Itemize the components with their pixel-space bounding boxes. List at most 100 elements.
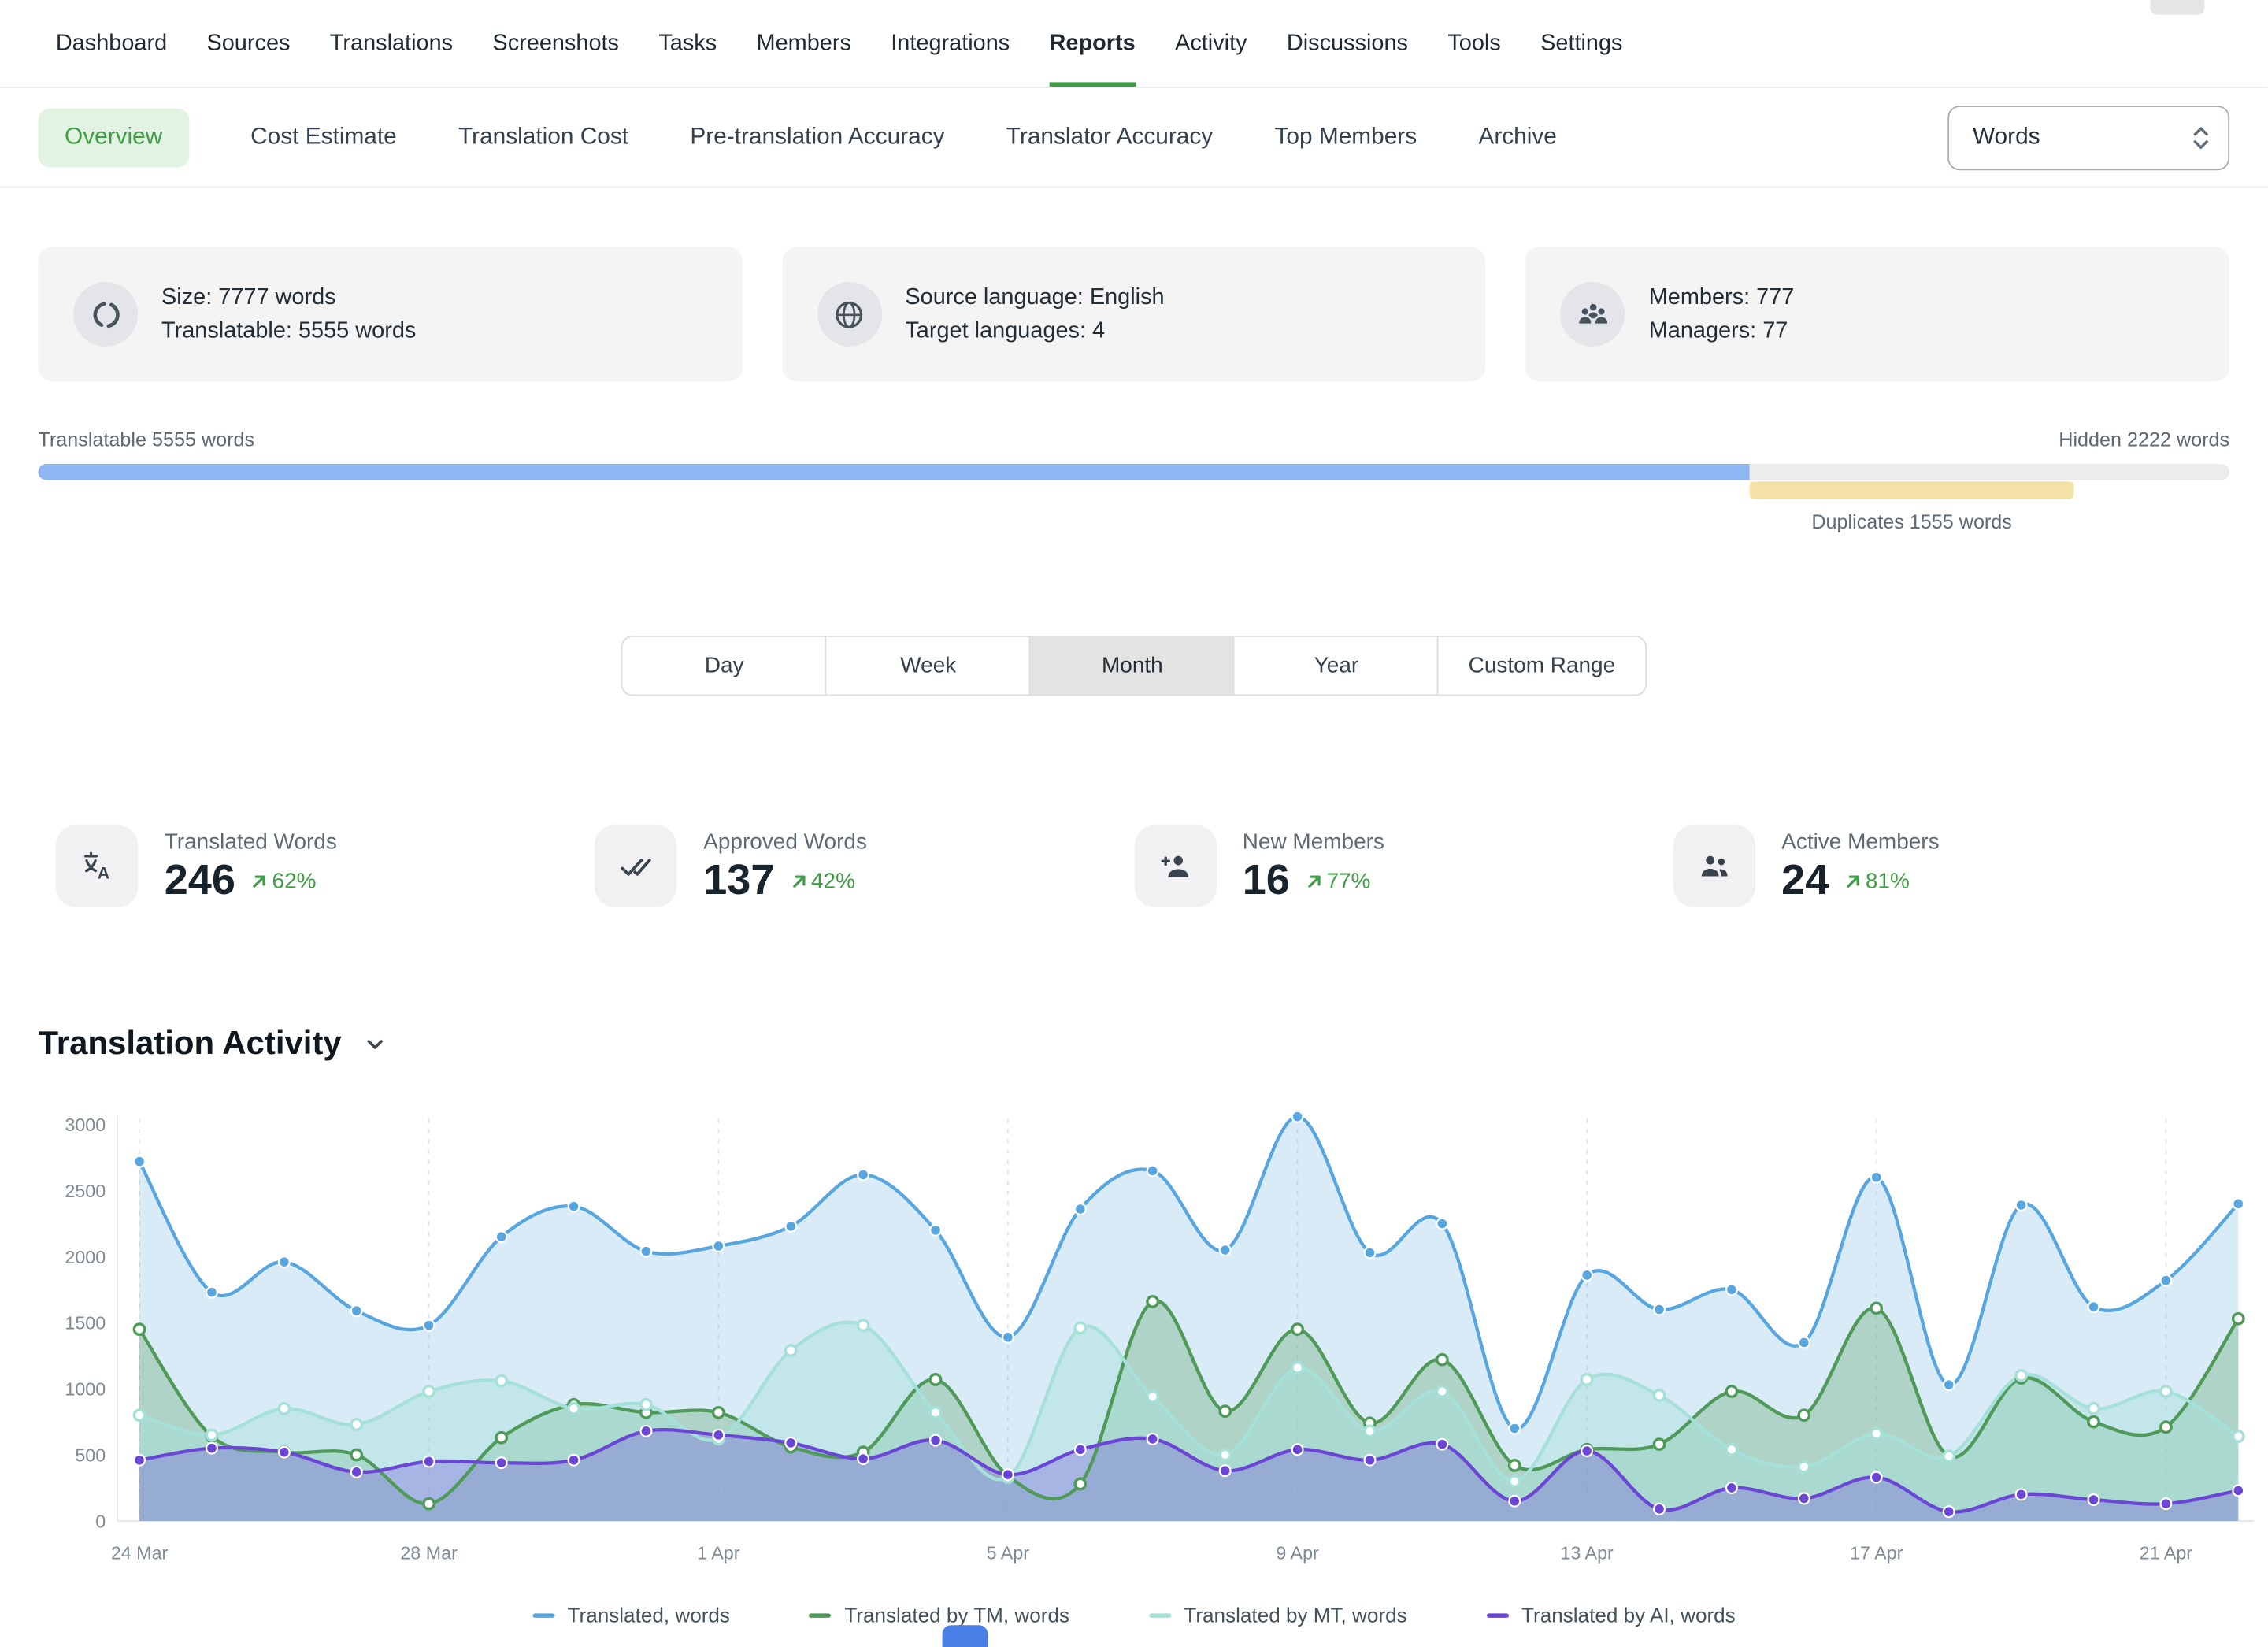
tab-overview[interactable]: Overview xyxy=(38,108,188,167)
trend-up-icon xyxy=(250,872,269,891)
stat-delta: 42% xyxy=(789,869,855,894)
svg-text:1 Apr: 1 Apr xyxy=(697,1542,740,1563)
svg-text:24 Mar: 24 Mar xyxy=(111,1542,169,1563)
unit-select[interactable]: Words xyxy=(1947,105,2229,169)
page: Dashboard Sources Translations Screensho… xyxy=(0,0,2268,1647)
summary-cards: Size: 7777 words Translatable: 5555 word… xyxy=(38,247,2229,381)
tab-cost-estimate[interactable]: Cost Estimate xyxy=(250,124,397,150)
svg-text:A: A xyxy=(98,864,109,883)
nav-discussions[interactable]: Discussions xyxy=(1287,0,1408,87)
progress-bar xyxy=(38,464,2229,480)
progress-fill xyxy=(38,464,1749,480)
size-line: Size: 7777 words xyxy=(161,280,416,314)
tab-archive[interactable]: Archive xyxy=(1478,124,1556,150)
legend-item[interactable]: Translated, words xyxy=(532,1603,730,1627)
duplicates-bar xyxy=(1750,481,2074,499)
nav-tools[interactable]: Tools xyxy=(1447,0,1500,87)
stat-label: Translated Words xyxy=(165,829,337,855)
double-check-icon xyxy=(595,825,676,907)
progress-ring-icon xyxy=(73,282,138,347)
translate-icon: A xyxy=(56,825,138,907)
svg-text:1500: 1500 xyxy=(65,1313,106,1334)
trend-up-icon xyxy=(1304,872,1323,891)
chart-x-labels: 24 Mar28 Mar1 Apr5 Apr9 Apr13 Apr17 Apr2… xyxy=(111,1542,2192,1563)
globe-icon xyxy=(817,282,882,347)
range-day-button[interactable]: Day xyxy=(621,636,827,696)
stat-active-members: Active Members 24 81% xyxy=(1673,825,2211,907)
stat-approved-words: Approved Words 137 42% xyxy=(595,825,1133,907)
section-title: Translation Activity xyxy=(38,1025,341,1063)
hidden-label: Hidden 2222 words xyxy=(2059,428,2229,451)
stat-label: Active Members xyxy=(1781,829,1939,855)
stat-value: 137 xyxy=(703,857,774,906)
date-range-selector: Day Week Month Year Custom Range xyxy=(621,636,1646,696)
translatable-line: Translatable: 5555 words xyxy=(161,314,416,348)
tab-top-members[interactable]: Top Members xyxy=(1275,124,1418,150)
stat-label: Approved Words xyxy=(703,829,867,855)
nav-integrations[interactable]: Integrations xyxy=(891,0,1010,87)
managers-count-line: Managers: 77 xyxy=(1649,314,1795,348)
nav-activity[interactable]: Activity xyxy=(1175,0,1247,87)
stat-delta: 62% xyxy=(250,869,317,894)
stat-delta: 77% xyxy=(1304,869,1370,894)
translation-activity-chart[interactable]: 0 500 1000 1500 2000 2500 3000 24 Mar 28 Mar 1 Ap… xyxy=(0,1092,2268,1592)
stat-label: New Members xyxy=(1243,829,1384,855)
legend-item[interactable]: Translated by AI, words xyxy=(1486,1603,1735,1627)
legend-swatch xyxy=(532,1612,554,1617)
legend-item[interactable]: Translated by MT, words xyxy=(1149,1603,1407,1627)
chart-y-labels: 0 500 1000 1500 2000 2500 3000 xyxy=(65,1115,106,1531)
range-month-button[interactable]: Month xyxy=(1029,636,1235,696)
stat-delta: 81% xyxy=(1844,869,1910,894)
nav-members[interactable]: Members xyxy=(757,0,851,87)
select-stepper-icon xyxy=(2192,124,2211,150)
svg-text:28 Mar: 28 Mar xyxy=(400,1542,458,1563)
size-card: Size: 7777 words Translatable: 5555 word… xyxy=(38,247,742,381)
legend-item[interactable]: Translated by TM, words xyxy=(810,1603,1069,1627)
chevron-down-icon[interactable] xyxy=(362,1031,387,1056)
unit-select-value: Words xyxy=(1973,124,2040,150)
chart-legend: Translated, words Translated by TM, words… xyxy=(0,1603,2268,1627)
duplicates-label: Duplicates 1555 words xyxy=(1750,511,2074,533)
source-language-line: Source language: English xyxy=(905,280,1164,314)
tab-translation-cost[interactable]: Translation Cost xyxy=(458,124,628,150)
svg-text:9 Apr: 9 Apr xyxy=(1276,1542,1319,1563)
legend-swatch xyxy=(1149,1612,1171,1617)
stat-value: 24 xyxy=(1781,857,1829,906)
legend-swatch xyxy=(810,1612,832,1617)
legend-swatch xyxy=(1486,1612,1508,1617)
range-custom-button[interactable]: Custom Range xyxy=(1438,636,1647,696)
tab-pre-translation-accuracy[interactable]: Pre-translation Accuracy xyxy=(690,124,944,150)
trend-up-icon xyxy=(1844,872,1862,891)
legend-label: Translated by MT, words xyxy=(1184,1603,1406,1627)
nav-translations[interactable]: Translations xyxy=(330,0,453,87)
members-icon xyxy=(1561,282,1625,347)
nav-screenshots[interactable]: Screenshots xyxy=(492,0,619,87)
svg-text:2000: 2000 xyxy=(65,1247,106,1267)
svg-text:2500: 2500 xyxy=(65,1181,106,1201)
stat-translated-words: A Translated Words 246 62% xyxy=(56,825,595,907)
range-week-button[interactable]: Week xyxy=(825,636,1031,696)
nav-reports[interactable]: Reports xyxy=(1050,0,1136,87)
main-nav: Dashboard Sources Translations Screensho… xyxy=(0,0,2268,88)
trend-up-icon xyxy=(789,872,808,891)
nav-tasks[interactable]: Tasks xyxy=(658,0,717,87)
stats-row: A Translated Words 246 62% xyxy=(0,825,2268,907)
target-languages-line: Target languages: 4 xyxy=(905,314,1164,348)
svg-text:1000: 1000 xyxy=(65,1379,106,1400)
svg-text:500: 500 xyxy=(75,1445,106,1465)
chat-widget-button[interactable] xyxy=(943,1625,988,1647)
two-people-icon xyxy=(1673,825,1755,907)
language-card: Source language: English Target language… xyxy=(782,247,1486,381)
tab-translator-accuracy[interactable]: Translator Accuracy xyxy=(1006,124,1213,150)
stat-value: 16 xyxy=(1243,857,1290,906)
svg-text:0: 0 xyxy=(95,1511,106,1531)
range-year-button[interactable]: Year xyxy=(1233,636,1439,696)
nav-dashboard[interactable]: Dashboard xyxy=(56,0,167,87)
report-tabs: Overview Cost Estimate Translation Cost … xyxy=(0,88,2268,188)
stat-new-members: New Members 16 77% xyxy=(1134,825,1673,907)
words-progress-section: Translatable 5555 words Hidden 2222 word… xyxy=(38,428,2229,532)
nav-settings[interactable]: Settings xyxy=(1540,0,1622,87)
stat-value: 246 xyxy=(165,857,235,906)
nav-sources[interactable]: Sources xyxy=(206,0,290,87)
svg-text:3000: 3000 xyxy=(65,1115,106,1135)
